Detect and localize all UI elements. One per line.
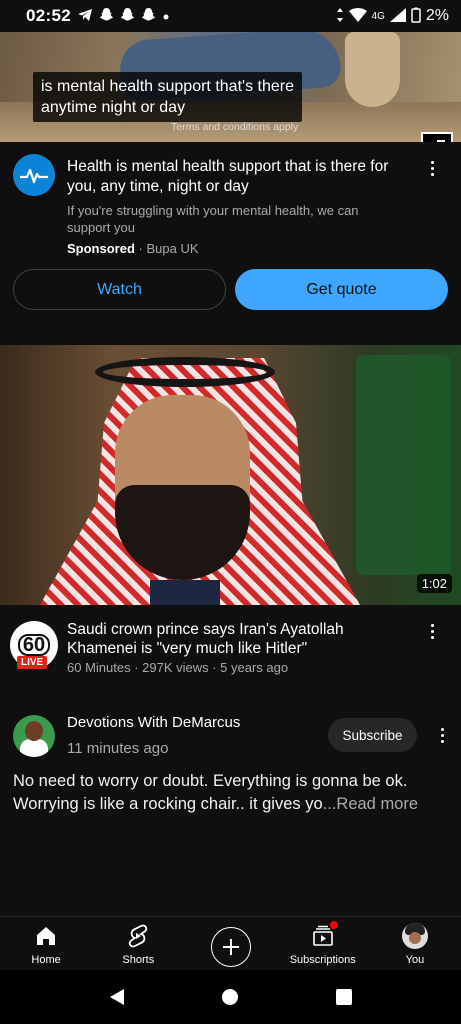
status-bar: 02:52 4G 2%: [0, 0, 461, 32]
post-channel-avatar[interactable]: [13, 715, 55, 757]
create-icon: [210, 927, 251, 967]
telegram-icon: [77, 8, 93, 25]
avatar-skin: [408, 932, 421, 944]
network-type: 4G: [371, 10, 385, 22]
video-title[interactable]: Saudi crown prince says Iran's Ayatollah…: [67, 620, 412, 658]
thumbnail-flag: [356, 355, 451, 575]
nav-create[interactable]: [184, 917, 276, 970]
advertiser-name: Bupa UK: [146, 241, 199, 256]
meta-separator: ·: [134, 241, 147, 256]
get-quote-button[interactable]: Get quote: [235, 269, 448, 310]
ad-caption-line1: is mental health support that's there: [41, 78, 294, 95]
nav-shorts-label: Shorts: [122, 954, 155, 966]
ad-terms: Terms and conditions apply: [171, 121, 299, 133]
battery-icon: [411, 7, 421, 26]
video-info: 60 LIVE Saudi crown prince says Iran's A…: [0, 605, 461, 695]
snapchat-icon: [120, 7, 135, 25]
status-time: 02:52: [26, 6, 71, 25]
sponsored-label: Sponsored: [67, 241, 135, 256]
video-duration: 1:02: [416, 574, 452, 593]
ad-more-icon[interactable]: [422, 156, 442, 180]
nav-subscriptions[interactable]: Subscriptions: [277, 917, 369, 970]
back-icon[interactable]: [97, 977, 137, 1017]
ad-title[interactable]: Health is mental health support that is …: [67, 157, 412, 197]
video-thumbnail[interactable]: 1:02: [0, 345, 461, 605]
notification-dot: [329, 921, 338, 929]
live-badge: LIVE: [17, 656, 48, 669]
nav-subscriptions-label: Subscriptions: [289, 954, 356, 966]
subscribe-button[interactable]: Subscribe: [328, 718, 417, 752]
thumbnail-robe: [150, 580, 220, 605]
snapchat-icon: [99, 7, 114, 25]
dot-icon: [162, 9, 170, 24]
post-text[interactable]: No need to worry or doubt. Everything is…: [13, 770, 453, 816]
home-circle-icon[interactable]: [210, 977, 250, 1017]
home-icon: [33, 923, 59, 949]
avatar-face: [25, 721, 43, 741]
status-right: 4G 2%: [336, 7, 449, 26]
post-time: 11 minutes ago: [67, 740, 169, 757]
bottom-nav: Home Shorts Subscriptions You: [0, 916, 461, 970]
channel-logo-text: 60: [17, 634, 51, 656]
avatar-shirt: [20, 739, 48, 757]
battery-percent: 2%: [425, 7, 449, 24]
avatar: [401, 923, 428, 949]
thumbnail-agal: [95, 357, 275, 387]
community-post: Devotions With DeMarcus 11 minutes ago S…: [0, 700, 461, 828]
nav-home[interactable]: Home: [0, 917, 92, 970]
system-nav-bar: [0, 970, 461, 1024]
ad-description: If you're struggling with your mental he…: [67, 203, 359, 235]
signal-icon: [389, 7, 406, 25]
ad-info: Health is mental health support that is …: [0, 142, 461, 342]
ad-caption: is mental health support that's there an…: [33, 72, 302, 122]
snapchat-icon: [141, 7, 156, 25]
nav-shorts[interactable]: Shorts: [92, 917, 184, 970]
shorts-icon: [125, 923, 151, 949]
status-left: 02:52: [26, 6, 170, 26]
ad-caption-line2: anytime night or day: [41, 99, 186, 116]
data-arrows-icon: [336, 7, 344, 25]
read-more-link[interactable]: ...Read more: [323, 795, 418, 813]
advertiser-logo[interactable]: [13, 154, 55, 196]
nav-you-label: You: [405, 954, 425, 966]
post-more-icon[interactable]: [432, 723, 452, 747]
video-more-icon[interactable]: [422, 619, 442, 643]
recents-icon[interactable]: [324, 977, 364, 1017]
banner-dog: [345, 32, 400, 107]
nav-home-label: Home: [31, 954, 61, 966]
video-meta: 60 Minutes · 297K views · 5 years ago: [67, 660, 289, 675]
open-external-icon[interactable]: [421, 132, 453, 142]
subscriptions-icon: [310, 921, 338, 949]
nav-you[interactable]: You: [369, 917, 461, 970]
watch-button[interactable]: Watch: [13, 269, 226, 310]
post-channel-name[interactable]: Devotions With DeMarcus: [67, 714, 240, 731]
ad-video-banner[interactable]: is mental health support that's there an…: [0, 32, 461, 142]
wifi-icon: [348, 7, 367, 25]
ad-meta: Sponsored · Bupa UK: [67, 241, 199, 256]
